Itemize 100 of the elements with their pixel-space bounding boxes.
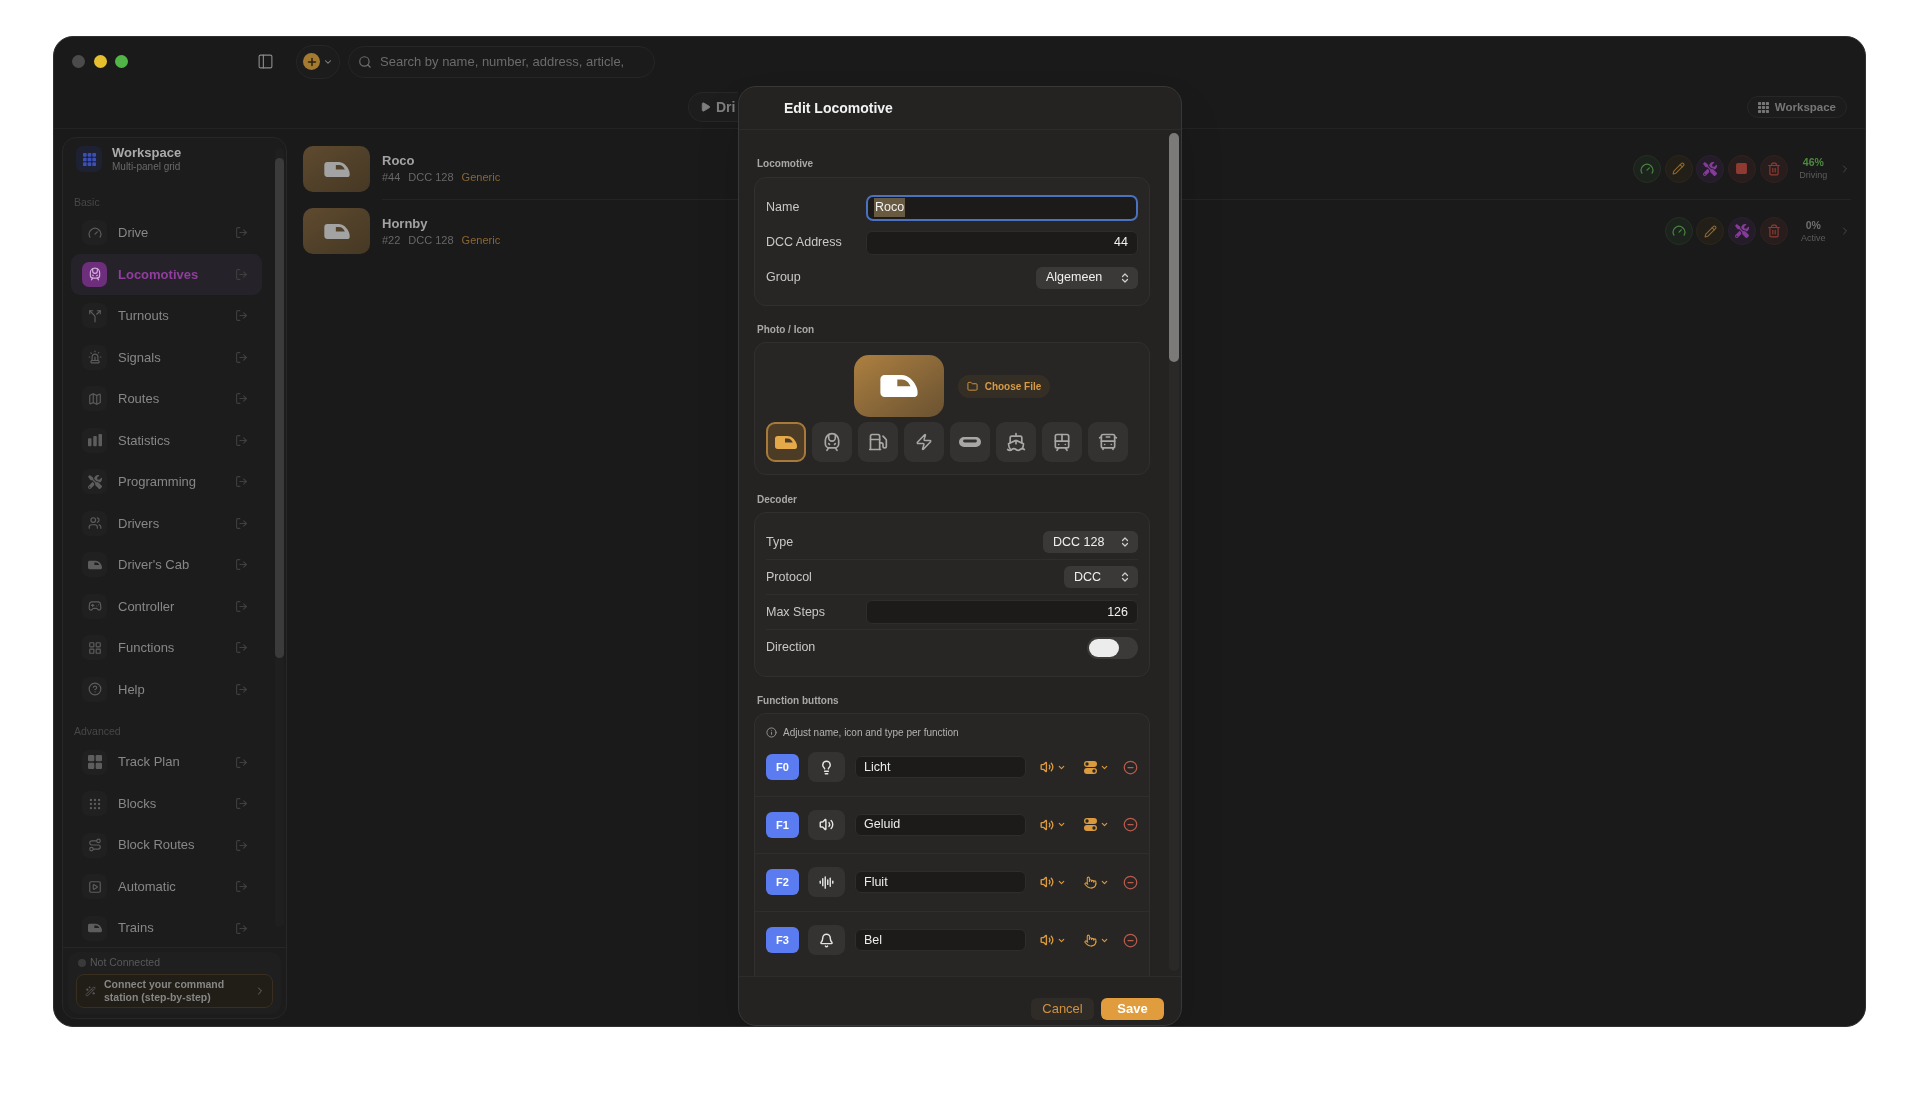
edit-button[interactable] bbox=[1664, 154, 1693, 183]
sidebar-item[interactable]: Programming bbox=[71, 461, 262, 503]
up-down-chevron-icon bbox=[1119, 271, 1131, 284]
sidebar-item[interactable]: Driver's Cab bbox=[71, 544, 262, 586]
sound-menu-button[interactable] bbox=[1040, 817, 1066, 832]
lightning-icon[interactable] bbox=[904, 422, 944, 462]
locomotive-name: Hornby bbox=[382, 215, 429, 232]
railcar-icon[interactable] bbox=[950, 422, 990, 462]
sound-menu-button[interactable] bbox=[1040, 933, 1066, 948]
field-label: Name bbox=[766, 199, 801, 217]
sidebar-item[interactable]: Block Routes bbox=[71, 824, 262, 866]
speaker-icon[interactable] bbox=[808, 809, 845, 840]
sound-menu-button[interactable] bbox=[1040, 875, 1066, 890]
ship-icon[interactable] bbox=[996, 422, 1036, 462]
add-button[interactable] bbox=[296, 44, 340, 79]
tools-button[interactable] bbox=[1696, 154, 1725, 183]
sidebar-item[interactable]: Trains bbox=[71, 907, 262, 947]
cancel-button[interactable]: Cancel bbox=[1031, 998, 1094, 1020]
section-label: Function buttons bbox=[756, 694, 840, 708]
function-key-button[interactable]: F2 bbox=[766, 869, 799, 896]
sidebar-item[interactable]: Routes bbox=[71, 378, 262, 420]
sidebar-item[interactable]: Turnouts bbox=[71, 295, 262, 337]
exit-icon bbox=[235, 226, 248, 240]
route-icon bbox=[82, 832, 107, 858]
section-label: Locomotive bbox=[756, 157, 815, 171]
siren-icon bbox=[82, 344, 107, 370]
sound-menu-button[interactable] bbox=[1040, 760, 1066, 775]
bell-icon[interactable] bbox=[808, 925, 845, 956]
dot-grid-icon bbox=[82, 791, 107, 816]
lightbulb-icon[interactable] bbox=[808, 752, 845, 783]
type-menu-button[interactable] bbox=[1084, 818, 1109, 832]
minus-circle-icon bbox=[1123, 874, 1138, 890]
max-steps-field[interactable]: 126 bbox=[866, 600, 1138, 624]
sidebar-item[interactable]: Track Plan bbox=[71, 741, 262, 783]
drive-button[interactable] bbox=[1632, 154, 1661, 183]
sidebar-item[interactable]: Drive bbox=[71, 212, 262, 254]
sidebar-item[interactable]: Locomotives bbox=[71, 253, 262, 295]
function-name-field[interactable]: Bel bbox=[855, 929, 1026, 952]
function-name-field[interactable]: Fluit bbox=[855, 871, 1026, 894]
field-label: Max Steps bbox=[766, 603, 827, 621]
sidebar-toggle-button[interactable] bbox=[255, 52, 275, 71]
choose-file-button[interactable]: Choose File bbox=[957, 374, 1051, 398]
search-field[interactable]: Search by name, number, address, article, bbox=[348, 45, 655, 78]
type-menu-button[interactable] bbox=[1084, 760, 1109, 774]
workspace-button[interactable]: Workspace bbox=[1746, 96, 1847, 119]
audio-wave-icon[interactable] bbox=[808, 867, 845, 898]
remove-button[interactable] bbox=[1123, 932, 1138, 948]
sidebar-item[interactable]: Automatic bbox=[71, 865, 262, 908]
drive-button[interactable] bbox=[1664, 217, 1693, 245]
remove-button[interactable] bbox=[1123, 817, 1138, 833]
dropdown-select[interactable]: DCC 128 bbox=[1043, 531, 1138, 553]
scrollbar[interactable] bbox=[1169, 133, 1179, 971]
edit-button[interactable] bbox=[1696, 217, 1725, 245]
pencil-icon bbox=[1672, 162, 1686, 175]
workspace-title: Workspace bbox=[112, 145, 182, 161]
section-label: Photo / Icon bbox=[756, 323, 816, 337]
apps-grid-icon bbox=[76, 146, 102, 172]
sidebar-item[interactable]: Signals bbox=[71, 336, 262, 378]
fuel-pump-icon[interactable] bbox=[858, 422, 898, 462]
drive-button[interactable]: Dri bbox=[688, 92, 738, 123]
sidebar-item[interactable]: Help bbox=[71, 668, 262, 710]
function-name-field[interactable]: Licht bbox=[855, 756, 1026, 779]
address-field[interactable]: 44 bbox=[866, 230, 1138, 255]
magic-wand-icon bbox=[85, 985, 96, 997]
function-key-button[interactable]: F3 bbox=[766, 927, 799, 954]
type-menu-button[interactable] bbox=[1084, 875, 1109, 889]
play-icon bbox=[82, 874, 107, 899]
train-icon[interactable] bbox=[812, 422, 852, 462]
sidebar-item[interactable]: Blocks bbox=[71, 782, 262, 825]
locomotive-icon bbox=[303, 208, 370, 254]
function-name-field[interactable]: Geluid bbox=[855, 813, 1026, 836]
dropdown-select[interactable]: DCC bbox=[1064, 566, 1138, 588]
tag-label: Generic bbox=[461, 170, 501, 184]
tram-icon[interactable] bbox=[1042, 422, 1082, 462]
sidebar-item[interactable]: Controller bbox=[71, 585, 262, 627]
exit-icon bbox=[235, 880, 248, 893]
remove-button[interactable] bbox=[1123, 759, 1138, 775]
exit-icon bbox=[235, 755, 248, 769]
function-key-button[interactable]: F0 bbox=[766, 754, 799, 781]
users-icon bbox=[82, 510, 107, 536]
sidebar-item[interactable]: Statistics bbox=[71, 419, 262, 461]
tools-button[interactable] bbox=[1727, 217, 1756, 245]
function-key-button[interactable]: F1 bbox=[766, 811, 799, 838]
exit-icon bbox=[235, 599, 248, 613]
zoom-button[interactable] bbox=[115, 55, 128, 69]
minus-circle-icon bbox=[1123, 932, 1138, 948]
sidebar-item[interactable]: Functions bbox=[71, 627, 262, 669]
direction-toggle[interactable] bbox=[1087, 636, 1138, 659]
remove-button[interactable] bbox=[1123, 874, 1138, 890]
plus-icon bbox=[303, 53, 320, 71]
dropdown-select[interactable]: Algemeen bbox=[1036, 266, 1138, 289]
minimize-button[interactable] bbox=[93, 55, 107, 69]
connect-station-button[interactable]: Connect your command station (step-by-step) bbox=[76, 974, 273, 1008]
tag-label: Generic bbox=[461, 232, 501, 247]
sidebar-item[interactable]: Drivers bbox=[71, 502, 262, 544]
locomotive-icon[interactable] bbox=[766, 422, 806, 462]
name-field[interactable]: Roco bbox=[866, 194, 1138, 221]
type-menu-button[interactable] bbox=[1084, 933, 1109, 947]
dialog-title: Edit Locomotive bbox=[784, 98, 893, 118]
bus-icon[interactable] bbox=[1088, 422, 1128, 462]
